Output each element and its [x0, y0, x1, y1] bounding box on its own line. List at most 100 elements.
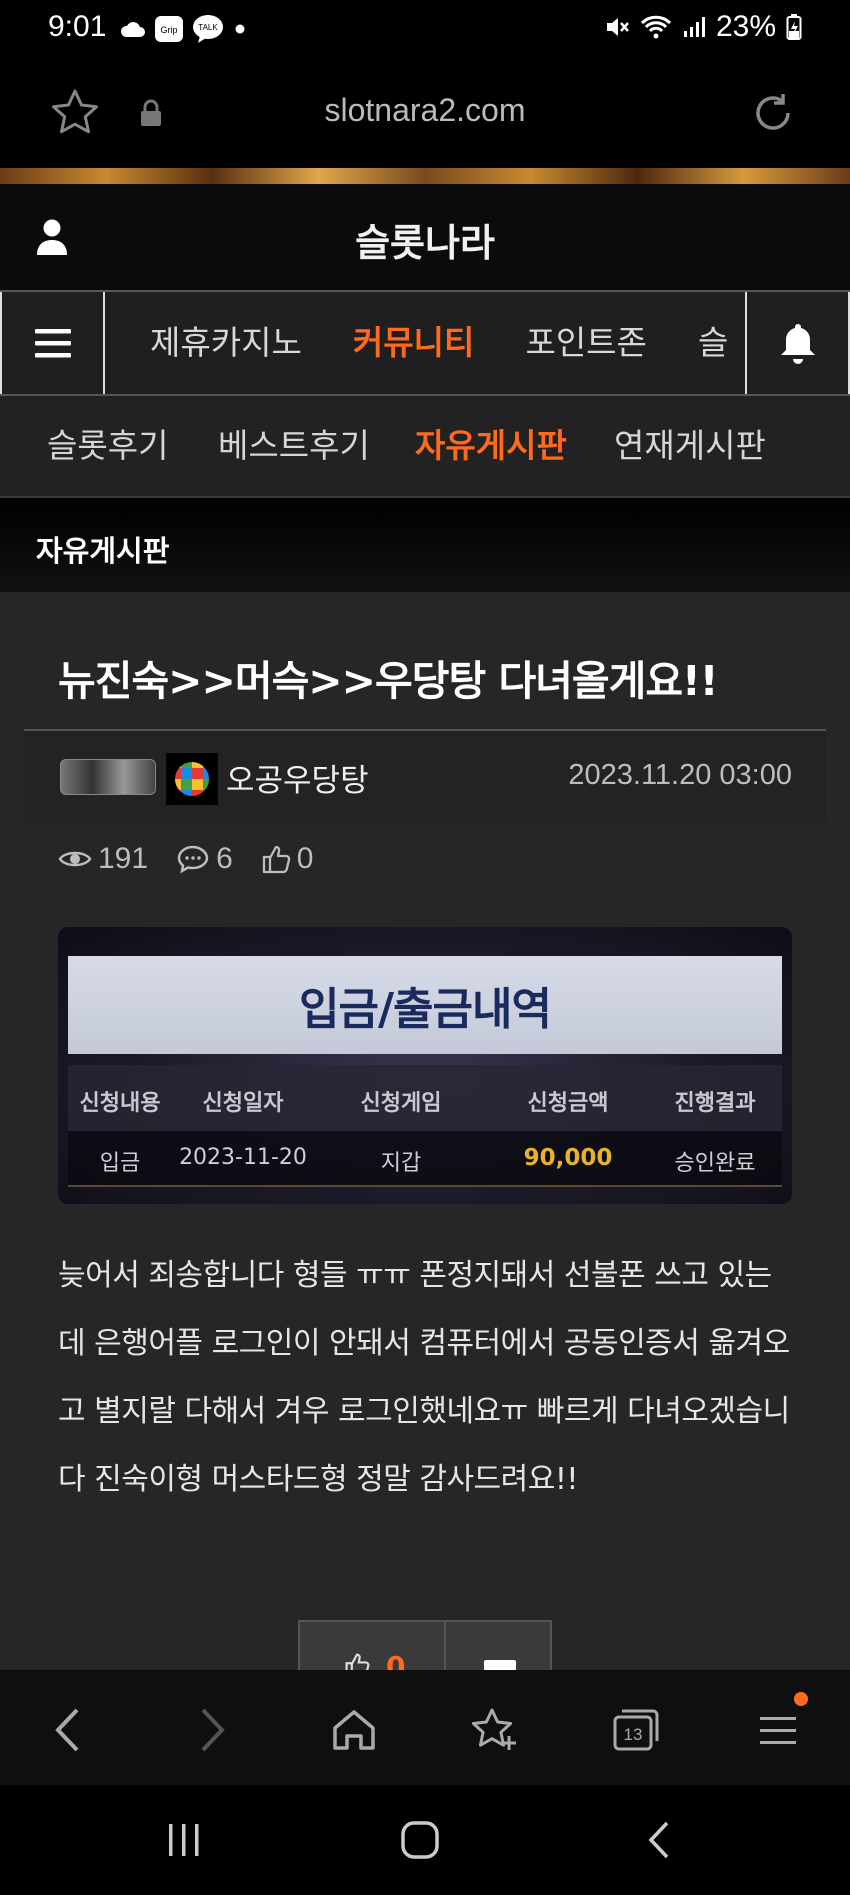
back-system-button[interactable] [630, 1813, 690, 1867]
system-nav-bar [0, 1785, 850, 1895]
sub-nav: 슬롯후기 베스트후기 자유게시판 연재게시판 [0, 396, 850, 498]
nav-item-community[interactable]: 커뮤니티 [353, 292, 474, 394]
post-stats: 191 6 0 [58, 842, 341, 876]
header-result: 진행결과 [674, 1091, 756, 1116]
header-request-amount: 신청금액 [527, 1091, 609, 1116]
recent-apps-icon [169, 1824, 199, 1856]
tabs-count: 13 [624, 1725, 643, 1744]
tabs-icon: 13 [613, 1709, 659, 1751]
url-text[interactable]: slotnara2.com [0, 92, 850, 129]
browser-url-bar: slotnara2.com [0, 56, 850, 170]
sub-nav-series-board[interactable]: 연재게시판 [614, 396, 766, 496]
menu-overflow-button[interactable] [748, 1692, 808, 1760]
author-row: 오공우당탕 2023.11.20 03:00 [24, 731, 826, 823]
reload-icon[interactable] [750, 90, 796, 136]
signal-icon [683, 17, 705, 37]
back-icon [55, 1708, 79, 1752]
sub-nav-best-review[interactable]: 베스트후기 [218, 396, 370, 496]
menu-button[interactable] [0, 292, 105, 394]
receipt-table-row: 입금 2023-11-20 지갑 90,000 승인완료 [68, 1131, 782, 1187]
main-nav-items: 제휴카지노 커뮤니티 포인트존 슬 [150, 292, 740, 394]
system-status: 23% [604, 10, 802, 44]
notification-icons: Grip TALK [120, 14, 248, 44]
deposit-receipt-image: 입금/출금내역 신청내용 신청일자 신청게임 신청금액 진행결과 입금 2023… [58, 927, 792, 1204]
post-body: 늦어서 죄송합니다 형들 ㅠㅠ 폰정지돼서 선불폰 쓰고 있는데 은행어플 로그… [58, 1258, 790, 1497]
row-result: 승인완료 [674, 1151, 756, 1176]
post-title: 뉴진숙>>머슥>>우당탕 다녀올게요!! [58, 657, 718, 705]
site-header: 슬롯나라 [0, 184, 850, 290]
dot-icon [235, 24, 245, 34]
like-vote-count: 0 [386, 1650, 406, 1670]
svg-text:Grip: Grip [160, 25, 177, 35]
nav-item-slot[interactable]: 슬 [698, 292, 728, 394]
notification-dot-icon [794, 1692, 808, 1706]
status-bar: 9:01 Grip TALK 23% [0, 0, 850, 56]
bookmark-add-button[interactable] [464, 1700, 524, 1760]
comment-icon [177, 845, 209, 874]
receipt-header: 입금/출금내역 [68, 956, 782, 1054]
likes-count: 0 [296, 842, 314, 875]
header-request-date: 신청일자 [202, 1091, 284, 1116]
board-title: 자유게시판 [36, 534, 170, 568]
home-circle-icon [401, 1821, 439, 1859]
views-count: 191 [98, 842, 149, 875]
post-content: 뉴진숙>>머슥>>우당탕 다녀올게요!! 오공우당탕 2023.11.20 03… [0, 592, 850, 1670]
status-time: 9:01 [48, 10, 107, 43]
site-title[interactable]: 슬롯나라 [0, 212, 850, 267]
row-request-amount: 90,000 [523, 1145, 613, 1171]
avatar[interactable] [166, 753, 218, 805]
row-request-date: 2023-11-20 [179, 1145, 307, 1170]
sub-nav-free-board[interactable]: 자유게시판 [415, 396, 567, 496]
hamburger-icon [34, 329, 71, 358]
comments-stat: 6 [176, 842, 233, 876]
battery-percent: 23% [715, 10, 776, 43]
menu-icon [760, 1717, 796, 1744]
row-request-game: 지갑 [380, 1151, 422, 1176]
like-vote-button[interactable]: 0 [300, 1622, 444, 1670]
post-date: 2023.11.20 03:00 [568, 759, 792, 791]
receipt-title: 입금/출금내역 [299, 984, 552, 1035]
grip-app-icon: Grip [155, 16, 183, 42]
browser-toolbar: 13 [0, 1670, 850, 1785]
talk-app-icon: TALK [193, 15, 223, 43]
author-name[interactable]: 오공우당탕 [226, 755, 369, 800]
home-icon [333, 1710, 375, 1750]
notifications-button[interactable] [745, 292, 850, 394]
home-button[interactable] [324, 1700, 384, 1760]
bell-icon [780, 324, 815, 364]
nav-item-point-zone[interactable]: 포인트존 [525, 292, 646, 394]
header-request-type: 신청내용 [79, 1091, 161, 1116]
receipt-table: 신청내용 신청일자 신청게임 신청금액 진행결과 입금 2023-11-20 지… [68, 1065, 782, 1190]
cloud-icon [120, 22, 145, 37]
likes-stat: 0 [261, 842, 314, 876]
back-button[interactable] [38, 1700, 98, 1760]
forward-icon [201, 1708, 225, 1752]
comments-count: 6 [216, 842, 233, 875]
battery-icon [786, 14, 802, 40]
tabs-button[interactable]: 13 [606, 1700, 666, 1760]
mute-icon [606, 18, 629, 36]
views-stat: 191 [58, 842, 148, 876]
header-request-game: 신청게임 [360, 1091, 442, 1116]
row-request-type: 입금 [99, 1151, 141, 1176]
home-system-button[interactable] [390, 1813, 450, 1867]
level-badge [60, 759, 156, 795]
nav-item-partner-casino[interactable]: 제휴카지노 [150, 292, 302, 394]
recent-apps-button[interactable] [154, 1813, 214, 1867]
wifi-icon [640, 15, 672, 39]
dislike-vote-button[interactable] [446, 1622, 550, 1670]
board-title-bar: 자유게시판 [0, 498, 850, 592]
main-nav: 제휴카지노 커뮤니티 포인트존 슬 [0, 290, 850, 396]
receipt-table-header: 신청내용 신청일자 신청게임 신청금액 진행결과 [68, 1065, 782, 1131]
bookmark-add-icon [471, 1708, 516, 1750]
dislike-icon [484, 1660, 516, 1670]
site-banner-strip [0, 168, 850, 184]
svg-text:TALK: TALK [198, 23, 218, 32]
eye-icon [58, 851, 92, 867]
thumbs-up-icon [345, 1653, 370, 1670]
thumbs-up-icon [262, 845, 290, 874]
sub-nav-slot-review[interactable]: 슬롯후기 [47, 396, 168, 496]
forward-button[interactable] [182, 1700, 242, 1760]
back-chevron-icon [648, 1821, 669, 1859]
vote-box: 0 [298, 1620, 552, 1670]
